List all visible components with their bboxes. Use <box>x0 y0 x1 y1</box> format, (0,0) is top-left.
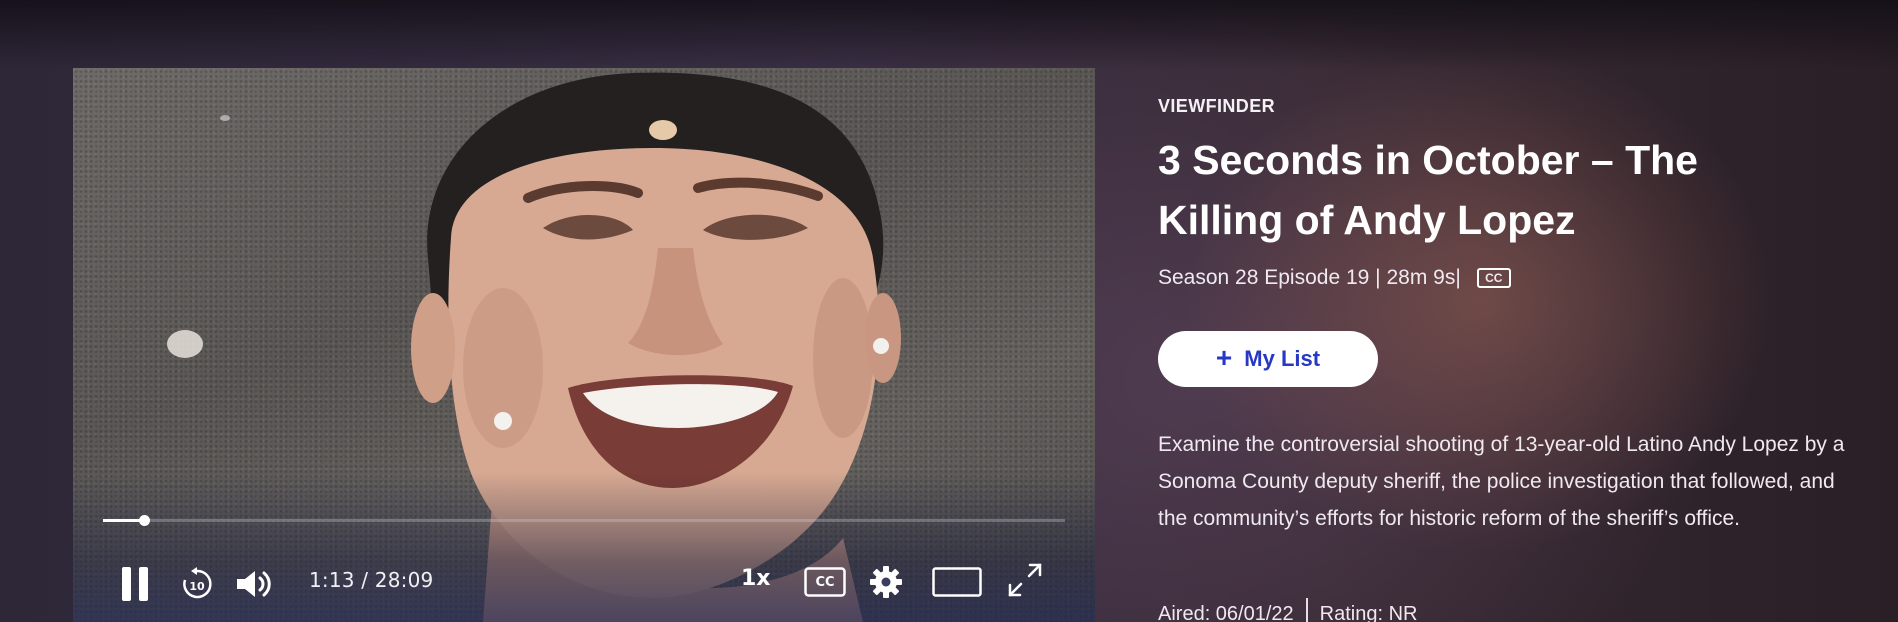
aired-date: Aired: 06/01/22 <box>1158 602 1294 622</box>
captions-button[interactable]: CC <box>803 565 847 599</box>
theater-mode-button[interactable] <box>931 566 983 598</box>
video-player[interactable]: 10 1:13 / 28:09 1x CC <box>73 68 1095 622</box>
episode-info-panel: VIEWFINDER 3 Seconds in October – The Ki… <box>1158 0 1858 622</box>
playback-speed-button[interactable]: 1x <box>741 566 771 591</box>
volume-button[interactable] <box>233 566 277 602</box>
duration: 28:09 <box>374 568 434 592</box>
cc-badge-icon: CC <box>1476 268 1511 288</box>
volume-icon <box>237 571 271 597</box>
my-list-label: My List <box>1244 346 1321 371</box>
controls-gradient <box>73 472 1095 622</box>
rewind-10-icon: 10 <box>183 567 212 599</box>
episode-description: Examine the controversial shooting of 13… <box>1158 433 1845 530</box>
episode-meta: Season 28 Episode 19 | 28m 9s| CC <box>1158 266 1511 290</box>
plus-icon: + <box>1215 341 1233 373</box>
fullscreen-button[interactable] <box>1007 562 1043 598</box>
gear-icon <box>870 566 902 598</box>
settings-button[interactable] <box>868 564 904 600</box>
show-label[interactable]: VIEWFINDER <box>1158 96 1275 117</box>
seek-bar-played <box>103 519 145 522</box>
time-display: 1:13 / 28:09 <box>309 568 433 592</box>
pause-button[interactable] <box>117 564 153 604</box>
episode-title: 3 Seconds in October – The Killing of An… <box>1158 137 1698 243</box>
rewind-10-button[interactable]: 10 <box>177 564 217 604</box>
fullscreen-icon <box>1008 563 1042 597</box>
current-time: 1:13 <box>309 568 355 592</box>
divider <box>1305 598 1308 622</box>
pause-icon <box>122 567 148 601</box>
episode-meta-text: Season 28 Episode 19 | 28m 9s| <box>1158 266 1461 289</box>
air-rating-row: Aired: 06/01/22 Rating: NR <box>1158 598 1417 622</box>
page: 10 1:13 / 28:09 1x CC VIEWFINDER 3 Secon… <box>0 0 1898 622</box>
add-to-my-list-button[interactable]: + My List <box>1158 331 1378 387</box>
captions-label: CC <box>815 574 835 590</box>
theater-mode-icon <box>932 567 982 597</box>
svg-text:10: 10 <box>189 580 205 593</box>
seek-bar[interactable] <box>103 515 1065 526</box>
time-separator: / <box>361 568 369 592</box>
rating: Rating: NR <box>1319 602 1418 622</box>
